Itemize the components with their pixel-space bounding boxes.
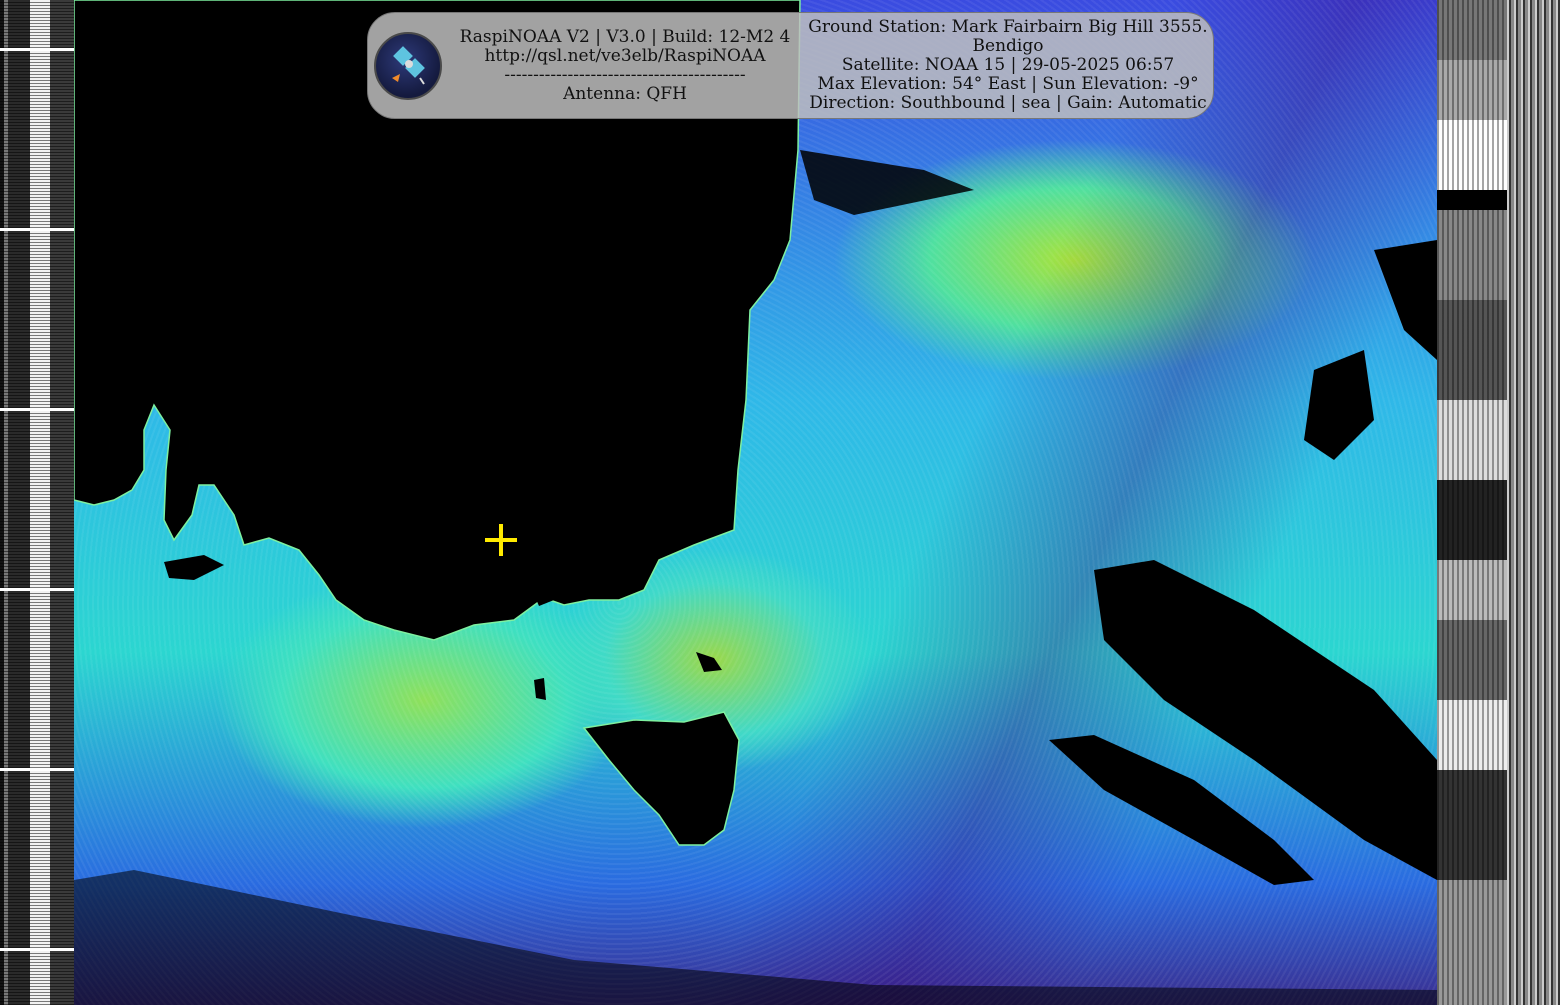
telemetry-strip-right <box>1437 0 1560 1005</box>
cloud-edge <box>800 150 974 215</box>
noise-band <box>74 870 1437 1005</box>
antenna-info: Antenna: QFH <box>563 84 687 104</box>
cloud-gap <box>1304 350 1374 460</box>
cloud-gap <box>1094 560 1437 880</box>
sync-mark <box>0 588 74 591</box>
telemetry-bars <box>1507 0 1560 1005</box>
direction-gain: Direction: Southbound | sea | Gain: Auto… <box>809 93 1207 113</box>
satellite-icon <box>374 32 442 100</box>
project-url: http://qsl.net/ve3elb/RaspiNOAA <box>484 46 766 66</box>
cloud-gap <box>1374 240 1437 360</box>
ground-station: Ground Station: Mark Fairbairn Big Hill … <box>808 17 1208 37</box>
station-location: Bendigo <box>972 36 1044 56</box>
software-version: RaspiNOAA V2 | V3.0 | Build: 12-M2 4 <box>459 27 791 47</box>
pass-details: Ground Station: Mark Fairbairn Big Hill … <box>806 18 1210 113</box>
telemetry-strip-left <box>0 0 74 1005</box>
elevation-info: Max Elevation: 54° East | Sun Elevation:… <box>817 74 1199 94</box>
king-island <box>534 678 546 700</box>
station-software-info: RaspiNOAA V2 | V3.0 | Build: 12-M2 4 htt… <box>450 28 800 104</box>
pass-info-panel: RaspiNOAA V2 | V3.0 | Build: 12-M2 4 htt… <box>367 12 1214 119</box>
sync-mark <box>0 768 74 771</box>
divider: ----------------------------------------… <box>504 65 746 85</box>
sync-mark <box>0 408 74 411</box>
sync-mark <box>0 48 74 51</box>
tasmania <box>582 711 740 846</box>
satellite-pass: Satellite: NOAA 15 | 29-05-2025 06:57 <box>841 55 1175 75</box>
sync-mark <box>0 948 74 951</box>
crosshair-marker <box>485 524 517 556</box>
satellite-icon-graphic <box>392 46 425 85</box>
sync-mark <box>0 228 74 231</box>
flinders-island <box>696 652 722 672</box>
land-mask <box>74 0 1437 1005</box>
gulf-island <box>164 555 224 580</box>
